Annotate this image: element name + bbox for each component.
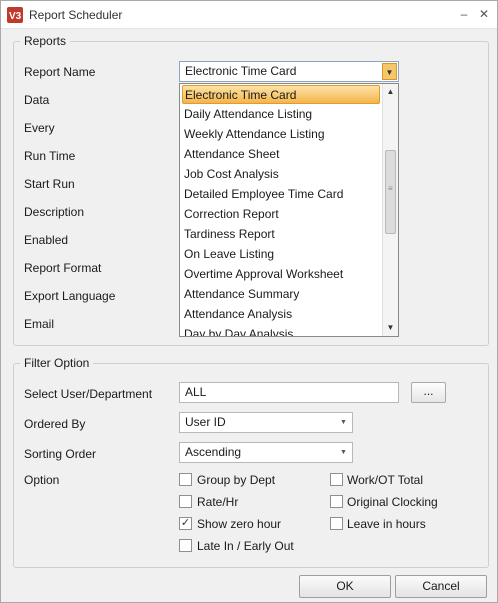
chevron-down-icon[interactable]: ▼ bbox=[336, 414, 351, 431]
dropdown-item[interactable]: Daily Attendance Listing bbox=[180, 104, 382, 124]
ordered-by-select[interactable]: User ID ▼ bbox=[179, 412, 353, 433]
cancel-button[interactable]: Cancel bbox=[395, 575, 487, 598]
report-name-dropdown[interactable]: Electronic Time Card Daily Attendance Li… bbox=[179, 83, 399, 337]
dropdown-item[interactable]: Tardiness Report bbox=[180, 224, 382, 244]
report-name-label: Report Name bbox=[24, 65, 96, 79]
every-label: Every bbox=[24, 121, 55, 135]
data-label: Data bbox=[24, 93, 50, 107]
original-clocking-checkbox[interactable] bbox=[330, 495, 343, 508]
ordered-by-label: Ordered By bbox=[24, 417, 86, 431]
description-label: Description bbox=[24, 205, 85, 219]
scrollbar-thumb[interactable]: ≡ bbox=[385, 150, 396, 234]
select-user-label: Select User/Department bbox=[24, 387, 153, 401]
dropdown-item[interactable]: Weekly Attendance Listing bbox=[180, 124, 382, 144]
dropdown-item[interactable]: Attendance Summary bbox=[180, 284, 382, 304]
late-in-early-out-checkbox[interactable] bbox=[179, 539, 192, 552]
dropdown-list: Electronic Time Card Daily Attendance Li… bbox=[180, 84, 382, 336]
show-zero-hour-label: Show zero hour bbox=[197, 517, 282, 531]
dropdown-scrollbar[interactable]: ▲ ≡ ▼ bbox=[382, 84, 398, 336]
select-user-value: ALL bbox=[185, 385, 207, 399]
chevron-down-icon[interactable]: ▼ bbox=[336, 444, 351, 461]
report-name-value: Electronic Time Card bbox=[185, 64, 297, 78]
leave-in-hours-checkbox[interactable] bbox=[330, 517, 343, 530]
start-run-label: Start Run bbox=[24, 177, 75, 191]
group-by-dept-checkbox[interactable] bbox=[179, 473, 192, 486]
svg-text:V3: V3 bbox=[9, 11, 22, 22]
late-in-early-out-label: Late In / Early Out bbox=[197, 539, 294, 553]
original-clocking-label: Original Clocking bbox=[347, 495, 438, 509]
chevron-down-icon[interactable]: ▼ bbox=[382, 63, 397, 80]
dropdown-item[interactable]: Detailed Employee Time Card bbox=[180, 184, 382, 204]
checkmark-icon: ✓ bbox=[180, 517, 191, 529]
option-label: Option bbox=[24, 473, 60, 487]
dropdown-item-selected[interactable]: Electronic Time Card bbox=[182, 85, 380, 104]
report-format-label: Report Format bbox=[24, 261, 102, 275]
report-scheduler-window: V3 Report Scheduler – ✕ Reports Report N… bbox=[0, 0, 498, 603]
dropdown-item[interactable]: Overtime Approval Worksheet bbox=[180, 264, 382, 284]
leave-in-hours-label: Leave in hours bbox=[347, 517, 426, 531]
select-user-input[interactable]: ALL bbox=[179, 382, 399, 403]
export-language-label: Export Language bbox=[24, 289, 116, 303]
dropdown-item[interactable]: Attendance Sheet bbox=[180, 144, 382, 164]
dropdown-item[interactable]: Day by Day Analysis bbox=[180, 324, 382, 336]
email-label: Email bbox=[24, 317, 55, 331]
scroll-down-icon[interactable]: ▼ bbox=[383, 320, 398, 336]
reports-legend: Reports bbox=[24, 34, 67, 48]
ok-button[interactable]: OK bbox=[299, 575, 391, 598]
sorting-order-select[interactable]: Ascending ▼ bbox=[179, 442, 353, 463]
sorting-order-value: Ascending bbox=[185, 445, 242, 459]
enabled-label: Enabled bbox=[24, 233, 69, 247]
dropdown-item[interactable]: Attendance Analysis bbox=[180, 304, 382, 324]
scroll-up-icon[interactable]: ▲ bbox=[383, 84, 398, 100]
minimize-button[interactable]: – bbox=[455, 5, 473, 23]
rate-hr-label: Rate/Hr bbox=[197, 495, 239, 509]
filter-option-legend: Filter Option bbox=[24, 356, 90, 370]
work-ot-total-checkbox[interactable] bbox=[330, 473, 343, 486]
dropdown-item[interactable]: Job Cost Analysis bbox=[180, 164, 382, 184]
grip-icon: ≡ bbox=[388, 184, 393, 193]
app-logo-icon: V3 bbox=[7, 7, 23, 23]
show-zero-hour-checkbox[interactable]: ✓ bbox=[179, 517, 192, 530]
group-by-dept-label: Group by Dept bbox=[197, 473, 276, 487]
run-time-label: Run Time bbox=[24, 149, 76, 163]
browse-button[interactable]: ... bbox=[411, 382, 446, 403]
window-title: Report Scheduler bbox=[29, 8, 123, 22]
report-name-combo[interactable]: Electronic Time Card ▼ bbox=[179, 61, 399, 82]
close-button[interactable]: ✕ bbox=[475, 5, 493, 23]
dropdown-item[interactable]: Correction Report bbox=[180, 204, 382, 224]
work-ot-total-label: Work/OT Total bbox=[347, 473, 424, 487]
dropdown-item[interactable]: On Leave Listing bbox=[180, 244, 382, 264]
sorting-order-label: Sorting Order bbox=[24, 447, 97, 461]
rate-hr-checkbox[interactable] bbox=[179, 495, 192, 508]
title-bar[interactable]: V3 Report Scheduler – ✕ bbox=[1, 1, 497, 29]
ordered-by-value: User ID bbox=[185, 415, 226, 429]
